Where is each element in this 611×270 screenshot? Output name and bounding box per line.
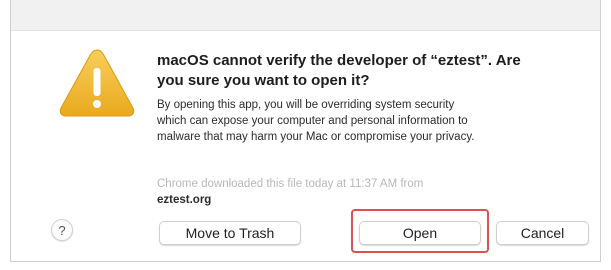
dialog-heading: macOS cannot verify the developer of “ez… <box>157 52 521 89</box>
window-title-strip <box>11 0 600 31</box>
dialog-frame: macOS cannot verify the developer of “ez… <box>10 0 601 262</box>
cancel-button[interactable]: Cancel <box>496 221 589 245</box>
move-to-trash-button[interactable]: Move to Trash <box>159 221 301 245</box>
download-source-domain: eztest.org <box>157 194 212 206</box>
download-source-text: Chrome downloaded this file today at 11:… <box>157 178 424 190</box>
warning-triangle-icon <box>59 49 135 117</box>
security-alert-dialog: macOS cannot verify the developer of “ez… <box>33 31 599 255</box>
dialog-message: By opening this app, you will be overrid… <box>157 99 475 143</box>
open-button-highlight <box>351 209 489 253</box>
help-button[interactable]: ? <box>51 219 73 241</box>
